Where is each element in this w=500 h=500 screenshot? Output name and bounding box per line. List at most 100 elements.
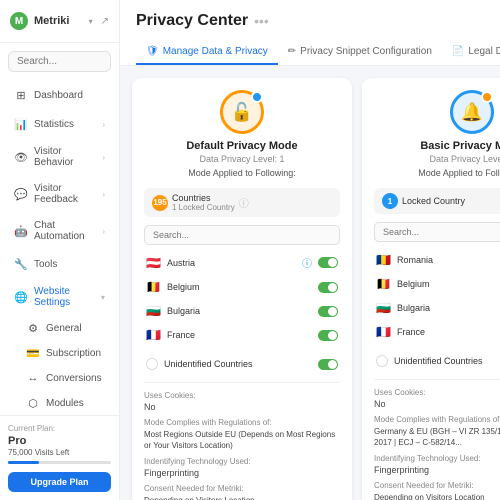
stats-badge: 1 (382, 193, 398, 209)
uses-cookies-value: No (144, 402, 340, 412)
sidebar-item-general[interactable]: ⚙ General (4, 316, 115, 340)
tools-icon: 🔧 (14, 257, 28, 271)
sidebar-item-subscription[interactable]: 💳 Subscription (4, 341, 115, 365)
country-item: 🇧🇪 Belgium (374, 273, 500, 295)
consent-row: Consent Needed for Metriki: Depending on… (144, 484, 340, 500)
external-link-icon[interactable]: ↗ (101, 16, 109, 27)
plan-progress-fill (8, 461, 39, 464)
country-search-input[interactable] (374, 222, 500, 242)
country-item: 🇧🇬 Bulgaria (374, 297, 500, 319)
sidebar-item-label: Dashboard (34, 90, 105, 101)
sidebar-logo[interactable]: M Metriki ▾ ↗ (0, 0, 119, 43)
chevron-icon: › (102, 153, 105, 162)
options-menu-icon[interactable]: ••• (254, 13, 269, 29)
tab-manage-data[interactable]: 🛡 Manage Data & Privacy (136, 40, 278, 65)
tabs-container: 🛡 Manage Data & Privacy ✏ Privacy Snippe… (136, 40, 484, 65)
country-name: Belgium (397, 279, 500, 289)
country-item: 🇫🇷 France (374, 321, 500, 343)
card-title: Default Privacy Mode (186, 140, 297, 152)
country-item: 🇷🇴 Romania ⓘ (374, 248, 500, 271)
flag-icon: 🇧🇪 (146, 280, 161, 294)
country-toggle[interactable] (318, 257, 338, 268)
info-icon: ⓘ (239, 195, 249, 210)
stats-text: Countries (172, 193, 235, 203)
title-row: Privacy Center ••• (136, 12, 484, 30)
divider (374, 379, 500, 380)
sidebar-item-website-settings[interactable]: 🌐 Website Settings ▾ (4, 279, 115, 315)
complies-row: Mode Complies with Regulations of: Germa… (374, 415, 500, 448)
consent-value: Depending on Visitors Location (374, 492, 500, 500)
sidebar-item-visitor-behavior[interactable]: 👁 Visitor Behavior › (4, 139, 115, 175)
search-input[interactable] (8, 51, 111, 72)
card-dot-indicator (481, 91, 493, 103)
tab-legal-docs[interactable]: 📄 Legal Documents (442, 40, 500, 65)
flag-icon: 🇫🇷 (146, 328, 161, 342)
country-toggle[interactable] (318, 282, 338, 293)
country-toggle[interactable] (318, 306, 338, 317)
sidebar-item-tools[interactable]: 🔧 Tools (4, 250, 115, 278)
country-name: Belgium (167, 282, 312, 292)
sidebar-nav: ⊞ Dashboard 📊 Statistics › 👁 Visitor Beh… (0, 80, 119, 415)
default-privacy-card: 🔓 Default Privacy Mode Data Privacy Leve… (132, 78, 352, 500)
card-mode-label: Mode Applied to Following: (418, 168, 500, 178)
visitor-feedback-icon: 💬 (14, 187, 28, 201)
info-icon: ⓘ (302, 255, 312, 270)
main-header: Privacy Center ••• 🛡 Manage Data & Priva… (120, 0, 500, 66)
sidebar-item-conversions[interactable]: ↔ Conversions (4, 366, 115, 390)
unidentified-toggle[interactable] (318, 359, 338, 370)
plan-section: Current Plan: Pro 75,000 Visits Left Upg… (0, 415, 119, 500)
unidentified-row: Unidentified Countries (144, 354, 340, 374)
country-name: Austria (167, 258, 296, 268)
uses-cookies-row: Uses Cookies: No (144, 391, 340, 412)
flag-icon: 🇧🇪 (376, 277, 391, 291)
card-stats: 1 Locked Country ⓘ (374, 188, 500, 214)
identifying-value: Fingerprinting (374, 465, 500, 475)
privacy-cards-row: 🔓 Default Privacy Mode Data Privacy Leve… (132, 78, 500, 500)
uses-cookies-value: No (374, 399, 500, 409)
unidentified-text: Unidentified Countries (394, 356, 500, 366)
tab-label: Manage Data & Privacy (163, 46, 268, 57)
country-search-input[interactable] (144, 225, 340, 245)
sidebar-item-label: General (46, 323, 82, 334)
website-settings-icon: 🌐 (14, 290, 28, 304)
identifying-label: Indentifying Technology Used: (374, 454, 500, 463)
upgrade-plan-button[interactable]: Upgrade Plan (8, 472, 111, 492)
sidebar-item-label: Website Settings (34, 286, 95, 308)
country-toggle[interactable] (318, 330, 338, 341)
modules-icon: ⬡ (26, 396, 40, 410)
sidebar-item-label: Chat Automation (34, 220, 96, 242)
consent-value: Depending on Visitors Location (144, 495, 340, 500)
country-list: 🇦🇹 Austria ⓘ 🇧🇪 Belgium 🇧🇬 B (144, 251, 340, 346)
card-mode-label: Mode Applied to Following: (188, 168, 296, 178)
complies-row: Mode Complies with Regulations of: Most … (144, 418, 340, 451)
card-dot-indicator (251, 91, 263, 103)
chevron-icon: › (102, 190, 105, 199)
stats-badge: 195 (152, 195, 168, 211)
unlock-icon: 🔓 (231, 102, 253, 123)
stats-text: Locked Country (402, 196, 500, 206)
chevron-icon: › (102, 120, 105, 129)
country-item: 🇫🇷 France (144, 324, 340, 346)
sidebar-item-visitor-feedback[interactable]: 💬 Visitor Feedback › (4, 176, 115, 212)
sidebar-item-dashboard[interactable]: ⊞ Dashboard (4, 81, 115, 109)
plan-name: Pro (8, 435, 111, 447)
tab-snippet-config[interactable]: ✏ Privacy Snippet Configuration (278, 40, 442, 65)
shield-icon: 🛡 (146, 46, 159, 57)
flag-icon: 🇫🇷 (376, 325, 391, 339)
sidebar-item-modules[interactable]: ⬡ Modules (4, 391, 115, 415)
consent-label: Consent Needed for Metriki: (374, 481, 500, 490)
sidebar-item-statistics[interactable]: 📊 Statistics › (4, 110, 115, 138)
conversions-icon: ↔ (26, 371, 40, 385)
chat-automation-icon: 🤖 (14, 224, 28, 238)
sidebar-item-label: Conversions (46, 373, 102, 384)
sidebar-item-label: Statistics (34, 119, 96, 130)
flag-icon: 🇧🇬 (146, 304, 161, 318)
country-item: 🇧🇪 Belgium (144, 276, 340, 298)
stats-sub-text: 1 Locked Country (172, 203, 235, 212)
card-header: 🔓 Default Privacy Mode Data Privacy Leve… (144, 90, 340, 178)
basic-privacy-card: 🔔 Basic Privacy Mode Data Privacy Level:… (362, 78, 500, 500)
sidebar-item-chat-automation[interactable]: 🤖 Chat Automation › (4, 213, 115, 249)
divider (144, 382, 340, 383)
card-title: Basic Privacy Mode (420, 140, 500, 152)
logo-text: Metriki (34, 15, 69, 27)
